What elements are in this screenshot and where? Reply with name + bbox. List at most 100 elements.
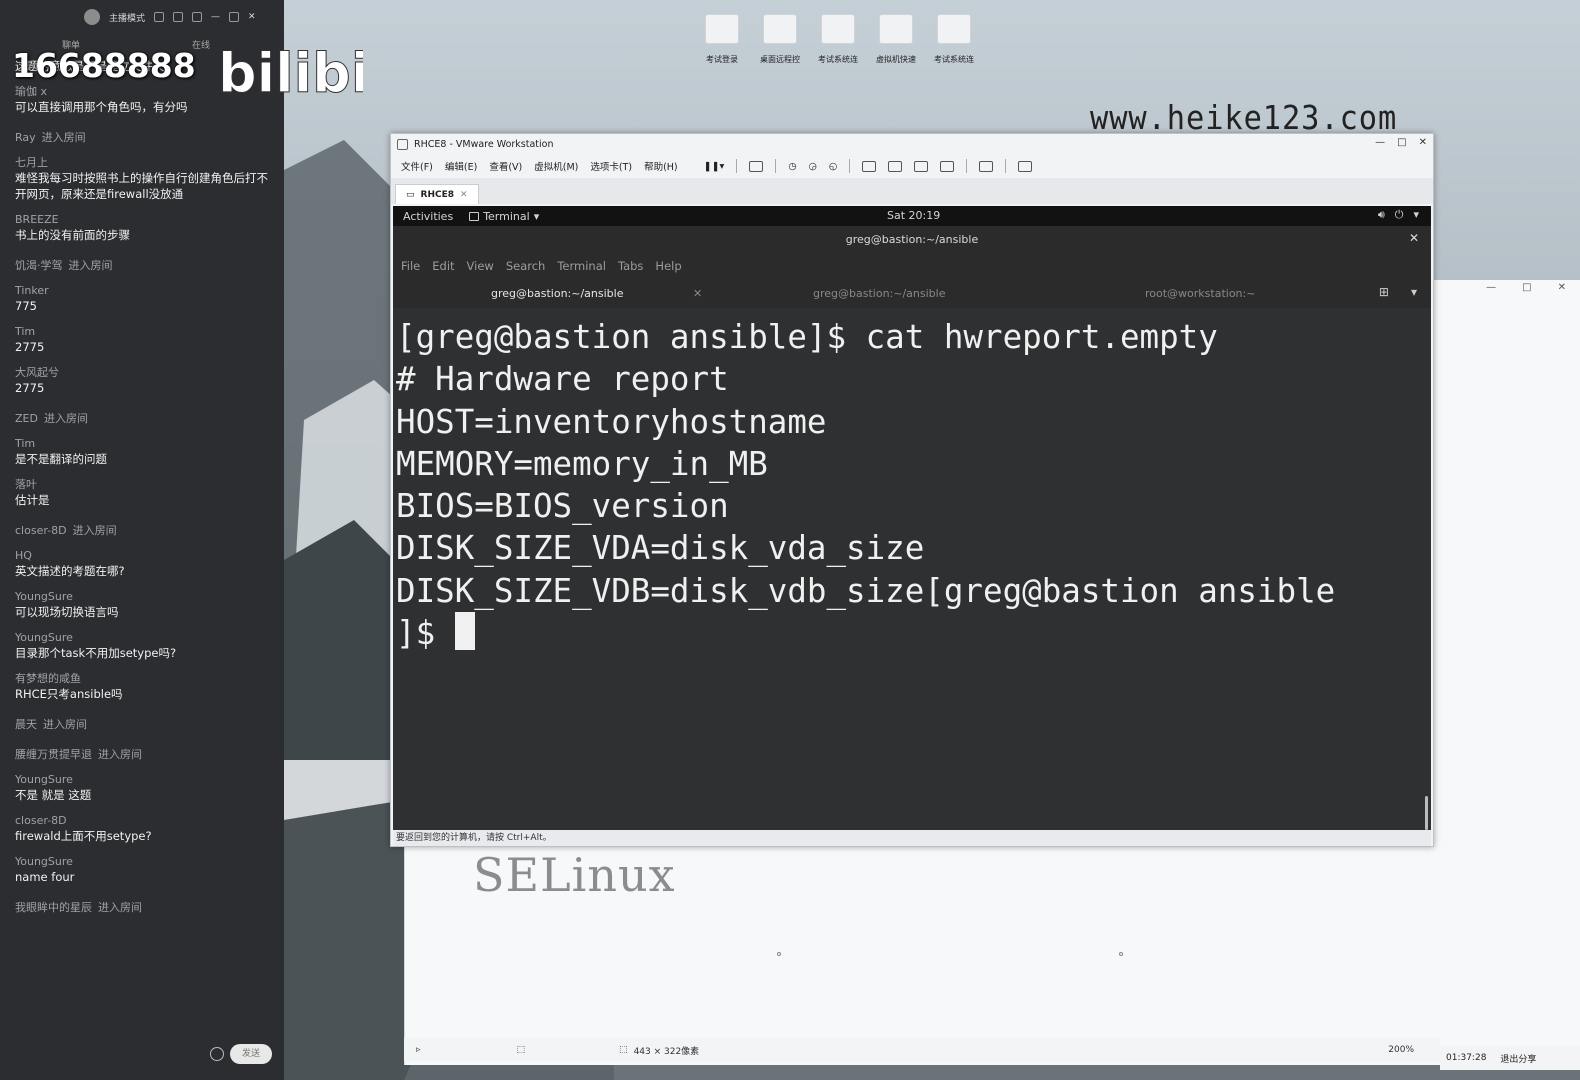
guest-screen[interactable]: Activities Terminal ▾ Sat 20:19 🔊︎ ⏻ ▾ g…	[393, 206, 1431, 832]
menu-file[interactable]: 文件(F)	[401, 159, 433, 173]
settings-icon[interactable]	[154, 12, 165, 22]
chat-username[interactable]: Tim	[15, 325, 277, 339]
chat-username[interactable]: closer-8D	[15, 814, 277, 828]
pause-icon[interactable]: ❚❚▾	[704, 161, 725, 172]
chat-text: 英文描述的考题在哪?	[15, 564, 125, 578]
emoji-icon[interactable]	[210, 1047, 224, 1061]
menu-help[interactable]: 帮助(H)	[644, 159, 678, 173]
doc-window-controls[interactable]: — □ ✕	[1486, 282, 1566, 293]
chat-username[interactable]: 七月上	[15, 156, 277, 170]
minimize-icon[interactable]: —	[211, 12, 220, 22]
menu-edit[interactable]: Edit	[432, 259, 454, 273]
chat-username[interactable]: YoungSure	[15, 773, 277, 787]
chat-username[interactable]: Tinker	[15, 284, 277, 298]
menu-tabs[interactable]: Tabs	[618, 259, 643, 273]
exit-share-button[interactable]: 退出分享	[1500, 1052, 1536, 1065]
chat-username[interactable]: Tim	[15, 437, 277, 451]
desktop-icon-1[interactable]: 考试登录	[700, 14, 744, 65]
close-icon[interactable]: ✕	[1409, 231, 1419, 245]
fullscreen-icon[interactable]	[914, 160, 929, 172]
close-icon[interactable]: ✕	[248, 12, 256, 22]
new-tab-icon[interactable]: ⊞	[1379, 285, 1389, 299]
zoom-level[interactable]: 200%	[1388, 1045, 1414, 1055]
activities-button[interactable]: Activities	[403, 210, 453, 223]
close-icon[interactable]: ✕	[693, 287, 702, 300]
close-tab-icon[interactable]: ✕	[460, 190, 468, 200]
menu-vm[interactable]: 虚拟机(M)	[534, 159, 578, 173]
chat-text: 可以直接调用那个角色吗，有分吗	[15, 100, 188, 114]
chat-username[interactable]: 落叶	[15, 478, 277, 492]
unity-icon[interactable]	[940, 160, 955, 172]
snapshot-icon[interactable]: ◷	[788, 161, 796, 172]
avatar[interactable]	[84, 9, 100, 25]
terminal-tab-3[interactable]: root@workstation:~	[1145, 287, 1255, 300]
maximize-icon[interactable]: □	[1397, 137, 1406, 148]
desktop-icon-2[interactable]: 桌面远程控	[758, 14, 802, 65]
send-button[interactable]: 发送	[230, 1044, 272, 1064]
close-icon[interactable]: ✕	[1419, 137, 1427, 148]
selection-handle[interactable]	[777, 952, 781, 956]
chat-join-action: 进入房间	[43, 718, 87, 731]
chat-username[interactable]: 腰缠万贯提早退	[15, 748, 92, 761]
desktop-icon-4[interactable]: 虚拟机快速	[874, 14, 918, 65]
terminal-tab-2[interactable]: greg@bastion:~/ansible	[813, 287, 945, 300]
popout-icon[interactable]	[173, 12, 184, 22]
menu-icon[interactable]	[192, 12, 203, 22]
chat-join-notice: closer-8D 进入房间	[15, 519, 277, 538]
menu-terminal[interactable]: Terminal	[557, 259, 606, 273]
chat-message: 有梦想的咸鱼 RHCE只考ansible吗	[15, 672, 277, 702]
terminal-line: HOST=inventoryhostname	[396, 402, 827, 441]
vmware-menubar: 文件(F) 编辑(E) 查看(V) 虚拟机(M) 选项卡(T) 帮助(H) ❚❚…	[391, 154, 1433, 178]
chat-join-action: 进入房间	[98, 748, 142, 761]
desktop-icon-5[interactable]: 考试系统连	[932, 14, 976, 65]
chat-message: YoungSure 不是 就是 这题	[15, 773, 277, 803]
selection-handle[interactable]	[1119, 952, 1123, 956]
menu-file[interactable]: File	[401, 259, 420, 273]
pointer-icon[interactable]: ▹	[416, 1045, 421, 1055]
chat-username[interactable]: 有梦想的咸鱼	[15, 672, 277, 686]
chat-username[interactable]: closer-8D	[15, 524, 67, 537]
chat-username[interactable]: 我眼眸中的星辰	[15, 901, 92, 914]
menu-view[interactable]: View	[467, 259, 494, 273]
menu-edit[interactable]: 编辑(E)	[445, 159, 477, 173]
terminal-tab-1[interactable]: greg@bastion:~/ansible	[491, 287, 623, 300]
library-icon[interactable]	[862, 160, 877, 172]
chat-username[interactable]: Ray	[15, 131, 36, 144]
menu-search[interactable]: Search	[506, 259, 546, 273]
menu-tabs[interactable]: 选项卡(T)	[590, 159, 632, 173]
menu-view[interactable]: 查看(V)	[489, 159, 522, 173]
clock[interactable]: Sat 20:19	[887, 209, 940, 222]
vmware-window: RHCE8 - VMware Workstation — □ ✕ 文件(F) 编辑(…	[390, 133, 1434, 847]
terminal-scrollbar[interactable]	[1425, 796, 1428, 830]
terminal-output[interactable]: [greg@bastion ansible]$ cat hwreport.emp…	[393, 308, 1431, 832]
chat-username[interactable]: 大风起兮	[15, 366, 277, 380]
chat-username[interactable]: 晨天	[15, 718, 37, 731]
menu-help[interactable]: Help	[655, 259, 681, 273]
tab-rhce8[interactable]: ▭ RHCE8 ✕	[395, 184, 479, 204]
chevron-down-icon[interactable]: ▾	[1411, 285, 1417, 299]
doc-statusbar: ▹ ⬚ ⬚ 443 × 322像素 200%	[404, 1038, 1440, 1062]
maximize-icon[interactable]	[229, 12, 240, 22]
chat-message: Tim 是不是翻译的问题	[15, 437, 277, 467]
desktop-icon-3[interactable]: 考试系统连	[816, 14, 860, 65]
chat-username[interactable]: 饥渴·学驾	[15, 259, 63, 272]
send-keys-icon[interactable]	[749, 160, 764, 172]
chat-username[interactable]: BREEZE	[15, 213, 277, 227]
app-menu[interactable]: Terminal ▾	[469, 210, 539, 223]
vmware-icon	[397, 138, 408, 150]
chat-username[interactable]: YoungSure	[15, 855, 277, 869]
chat-text: 难怪我每习时按照书上的操作自行创建角色后打不开网页，原来还是firewall没放…	[15, 171, 268, 201]
terminal-line: # Hardware report	[396, 360, 729, 399]
crop-icon[interactable]: ⬚	[517, 1045, 526, 1055]
console-icon[interactable]	[979, 160, 994, 172]
stretch-icon[interactable]	[1018, 160, 1033, 172]
snapshot-manager-icon[interactable]: ◵	[829, 161, 837, 172]
chat-username[interactable]: YoungSure	[15, 590, 277, 604]
revert-snapshot-icon[interactable]: ◶	[809, 161, 817, 172]
minimize-icon[interactable]: —	[1375, 137, 1385, 148]
thumbnail-icon[interactable]	[888, 160, 903, 172]
system-menu[interactable]: 🔊︎ ⏻ ▾	[1378, 208, 1419, 222]
chat-username[interactable]: ZED	[15, 412, 38, 425]
chat-username[interactable]: YoungSure	[15, 631, 277, 645]
chat-username[interactable]: HQ	[15, 549, 277, 563]
